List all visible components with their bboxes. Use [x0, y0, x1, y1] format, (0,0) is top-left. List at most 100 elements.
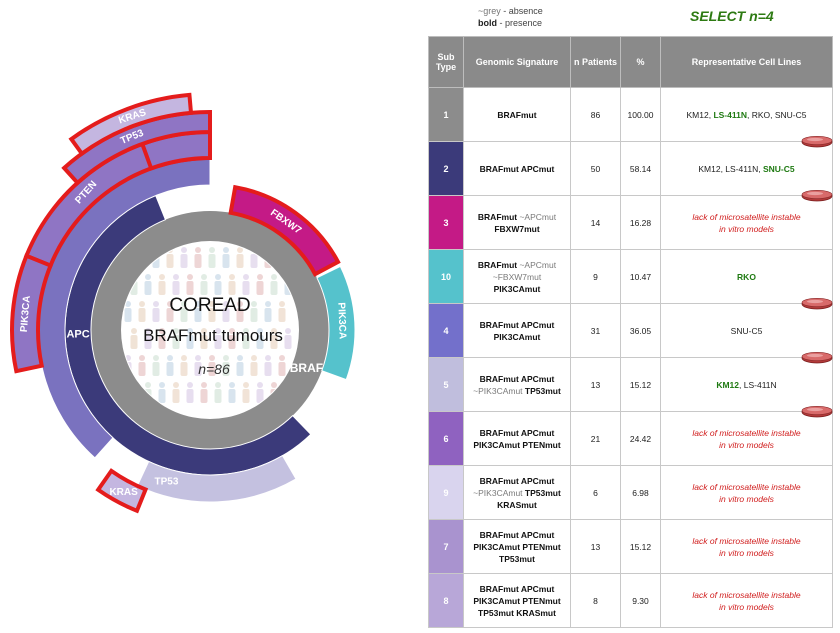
table-row[interactable]: 4 BRAFmut APCmut PIK3CAmut 31 36.05 SNU-C5	[428, 303, 833, 364]
genomic-signature-table: Sub Type Genomic Signature n Patients % …	[428, 36, 833, 628]
percent-cell: 58.14	[620, 141, 661, 196]
person-silhouette-icon	[158, 382, 166, 403]
subtype-cell: 3	[428, 195, 464, 250]
person-silhouette-icon	[186, 382, 194, 403]
person-silhouette-icon	[180, 355, 188, 376]
person-silhouette-icon	[236, 355, 244, 376]
person-silhouette-icon	[200, 382, 208, 403]
cell-lines-cell: lack of microsatellite instable in vitro …	[660, 573, 833, 628]
person-silhouette-icon	[144, 274, 152, 295]
mutation-token: BRAFmut	[497, 109, 537, 120]
label-pik3ca-right: PIK3CA	[335, 302, 347, 339]
genomic-signature-cell: BRAFmut ~APCmut ~FBXW7mut PIK3CAmut	[463, 249, 571, 304]
n-patients-cell: 86	[570, 87, 621, 142]
genomic-signature-cell: BRAFmut APCmut PIK3CAmut PTENmut	[463, 411, 571, 466]
mutation-token: BRAFmut APCmut	[479, 319, 555, 330]
no-models-note: lack of microsatellite instable in vitro …	[692, 211, 801, 234]
person-silhouette-icon	[236, 247, 244, 268]
mutation-token: BRAFmut APCmut	[479, 583, 555, 594]
table-row[interactable]: 9 BRAFmut APCmut ~PIK3CAmut TP53mut KRASmut…	[428, 465, 833, 520]
mutation-token: KRASmut	[497, 499, 537, 510]
cell-line-name: , RKO, SNU-C5	[746, 109, 807, 120]
cell-lines-cell: SNU-C5	[660, 303, 833, 364]
mutation-token: PIK3CAmut PTENmut	[473, 595, 561, 606]
person-silhouette-icon	[242, 274, 250, 295]
person-silhouette-icon	[208, 247, 216, 268]
subtype-cell: 4	[428, 303, 464, 358]
cell-lines-cell: lack of microsatellite instable in vitro …	[660, 465, 833, 520]
mutation-token: TP53mut KRASmut	[478, 607, 556, 618]
legend-absence-marker: ~grey	[478, 6, 501, 16]
percent-cell: 15.12	[620, 519, 661, 574]
genomic-signature-cell: BRAFmut APCmut	[463, 141, 571, 196]
mutation-token: FBXW7mut	[494, 223, 540, 234]
table-row[interactable]: 1 BRAFmut 86 100.00 KM12, LS-411N, RKO, SNU-…	[428, 87, 833, 148]
subtype-cell: 1	[428, 87, 464, 142]
person-silhouette-icon	[214, 274, 222, 295]
label-tp53-bottom: TP53	[154, 477, 178, 488]
mutation-token: PIK3CAmut PTENmut	[473, 541, 561, 552]
person-silhouette-icon	[200, 274, 208, 295]
n-patients-cell: 14	[570, 195, 621, 250]
table-row[interactable]: 7 BRAFmut APCmut PIK3CAmut PTENmut TP53mut 1…	[428, 519, 833, 574]
person-silhouette-icon	[228, 382, 236, 403]
mutation-token: ~APCmut	[519, 259, 557, 270]
percent-cell: 100.00	[620, 87, 661, 142]
subtype-cell: 6	[428, 411, 464, 466]
mutation-token: ~PIK3CAmut	[473, 487, 523, 498]
person-silhouette-icon	[172, 382, 180, 403]
no-models-note: lack of microsatellite instable in vitro …	[692, 535, 801, 558]
genomic-signature-cell: BRAFmut APCmut ~PIK3CAmut TP53mut KRASmut	[463, 465, 571, 520]
mutation-token: ~APCmut	[519, 211, 557, 222]
percent-cell: 9.30	[620, 573, 661, 628]
n-patients-cell: 13	[570, 519, 621, 574]
person-silhouette-icon	[284, 328, 292, 349]
mutation-token: BRAFmut APCmut	[479, 163, 555, 174]
percent-cell: 16.28	[620, 195, 661, 250]
mutation-token: TP53mut	[522, 487, 561, 498]
legend-absence-text: - absence	[500, 6, 543, 16]
person-silhouette-icon	[250, 355, 258, 376]
percent-cell: 6.98	[620, 465, 661, 520]
table-row[interactable]: 10 BRAFmut ~APCmut ~FBXW7mut PIK3CAmut 9 10.4…	[428, 249, 833, 310]
subtype-cell: 9	[428, 465, 464, 520]
genomic-signature-cell: BRAFmut ~APCmut FBXW7mut	[463, 195, 571, 250]
mutation-token: BRAFmut	[477, 259, 520, 270]
mutation-token: BRAFmut APCmut	[479, 373, 555, 384]
mutation-token: TP53mut	[522, 385, 561, 396]
percent-cell: 24.42	[620, 411, 661, 466]
person-silhouette-icon	[264, 355, 272, 376]
presence-legend: ~grey - absence bold - presence	[478, 5, 543, 29]
n-patients-cell: 9	[570, 249, 621, 304]
person-silhouette-icon	[228, 274, 236, 295]
mutation-token: BRAFmut	[477, 211, 520, 222]
percent-cell: 15.12	[620, 357, 661, 412]
header-percent[interactable]: %	[620, 36, 661, 88]
cell-line-name: SNU-C5	[730, 325, 763, 336]
person-silhouette-icon	[166, 355, 174, 376]
header-n-patients[interactable]: n Patients	[570, 36, 621, 88]
header-cell-lines[interactable]: Representative Cell Lines	[660, 36, 833, 88]
cell-lines-cell: KM12, LS-411N, RKO, SNU-C5	[660, 87, 833, 148]
table-row[interactable]: 8 BRAFmut APCmut PIK3CAmut PTENmut TP53mut …	[428, 573, 833, 628]
table-row[interactable]: 6 BRAFmut APCmut PIK3CAmut PTENmut 21 24.42 l…	[428, 411, 833, 466]
person-silhouette-icon	[278, 301, 286, 322]
header-subtype[interactable]: Sub Type	[428, 36, 464, 88]
table-row[interactable]: 2 BRAFmut APCmut 50 58.14 KM12, LS-411N, SNU…	[428, 141, 833, 202]
table-row[interactable]: 3 BRAFmut ~APCmut FBXW7mut 14 16.28 lack of m…	[428, 195, 833, 250]
person-silhouette-icon	[138, 355, 146, 376]
table-header-row: Sub Type Genomic Signature n Patients % …	[428, 36, 833, 88]
cell-line-name: KM12	[716, 379, 740, 390]
genomic-signature-cell: BRAFmut	[463, 87, 571, 142]
sunburst-title: COREAD	[169, 295, 250, 316]
mutation-token: PIK3CAmut	[493, 331, 541, 342]
person-silhouette-icon	[256, 274, 264, 295]
mutation-token: ~FBXW7mut	[492, 271, 542, 282]
no-models-note: lack of microsatellite instable in vitro …	[692, 481, 801, 504]
cell-lines-cell: lack of microsatellite instable in vitro …	[660, 195, 833, 250]
header-genomic-signature[interactable]: Genomic Signature	[463, 36, 571, 88]
n-patients-cell: 50	[570, 141, 621, 196]
percent-cell: 10.47	[620, 249, 661, 304]
n-patients-cell: 31	[570, 303, 621, 358]
table-row[interactable]: 5 BRAFmut APCmut ~PIK3CAmut TP53mut 13 15.12…	[428, 357, 833, 418]
